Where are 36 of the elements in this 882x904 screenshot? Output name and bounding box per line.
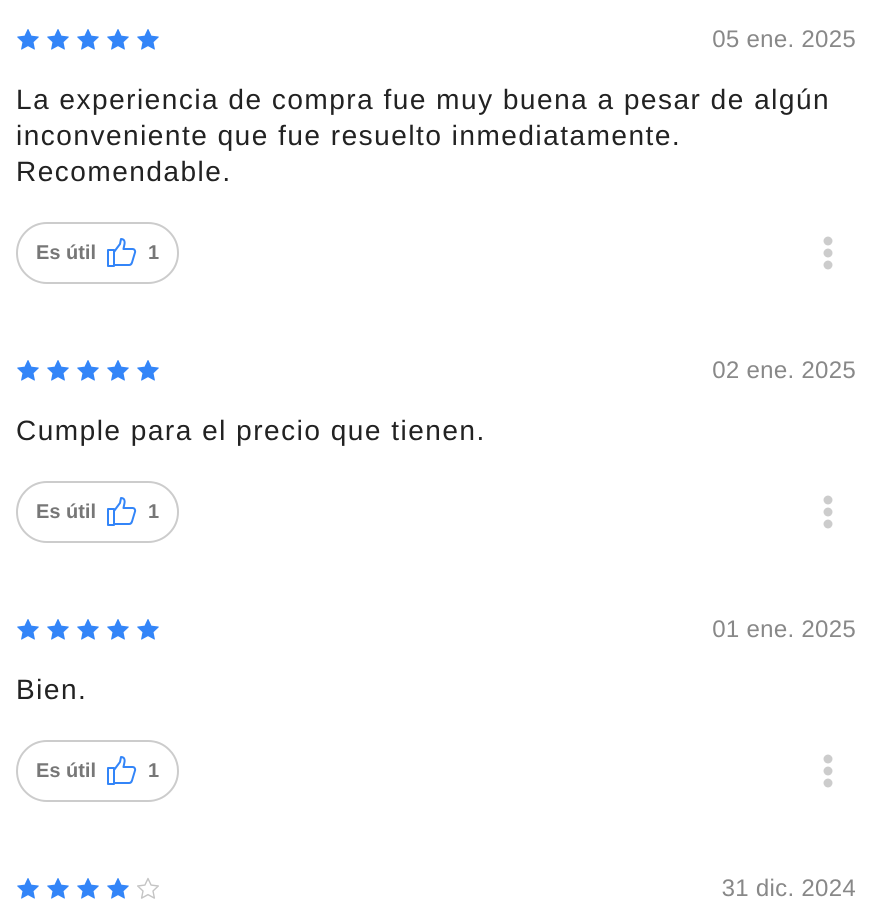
thumbs-up-icon [106,497,138,527]
filled-star-icon [106,877,130,901]
filled-star-icon [76,28,100,52]
filled-star-icon [136,28,160,52]
filled-star-icon [106,618,130,642]
filled-star-icon [136,359,160,383]
filled-star-icon [136,618,160,642]
more-options-icon[interactable] [822,494,834,530]
filled-star-icon [46,618,70,642]
more-options-icon[interactable] [822,753,834,789]
more-options-icon[interactable] [822,235,834,271]
filled-star-icon [106,359,130,383]
filled-star-icon [106,28,130,52]
filled-star-icon [76,359,100,383]
filled-star-icon [16,28,40,52]
thumbs-up-icon [106,238,138,268]
review-date: 02 ene. 2025 [712,357,856,385]
review-text: Cumple para el precio que tienen. [16,414,487,448]
filled-star-icon [16,359,40,383]
filled-star-icon [76,618,100,642]
review-date: 31 dic. 2024 [722,875,856,901]
review-date: 05 ene. 2025 [712,26,856,54]
review-text: La experiencia de compra fue muy buena a pesar de algún inconveniente que fue resuelto inmediatamente. Recomendable. [16,83,832,189]
filled-star-icon [16,618,40,642]
filled-star-icon [46,877,70,901]
filled-star-icon [16,877,40,901]
empty-star-icon [136,877,160,901]
helpful-button[interactable]: Es útil 1 [16,740,180,802]
filled-star-icon [76,877,100,901]
filled-star-icon [46,28,70,52]
review-text: Bien. [16,673,88,707]
helpful-button[interactable]: Es útil 1 [16,222,180,284]
thumbs-up-icon [106,756,138,786]
filled-star-icon [46,359,70,383]
helpful-button[interactable]: Es útil 1 [16,481,180,543]
review-date: 01 ene. 2025 [712,616,856,644]
